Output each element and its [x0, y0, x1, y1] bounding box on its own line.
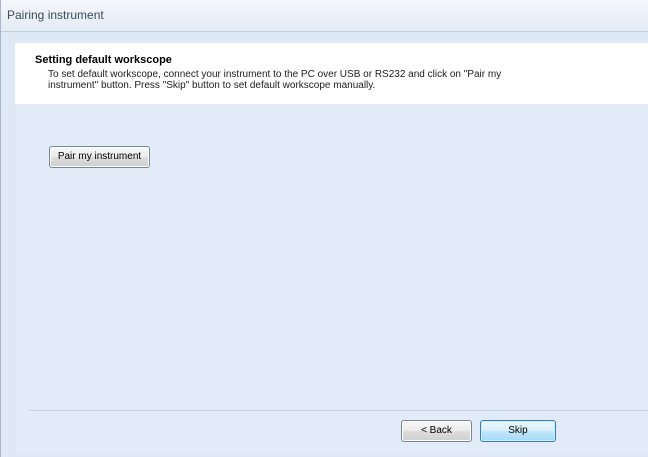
- window-title-bar: Pairing instrument: [1, 0, 648, 32]
- back-button[interactable]: < Back: [401, 420, 472, 442]
- wizard-content-area: Pair my instrument < Back Skip: [15, 104, 648, 454]
- footer-divider: [29, 410, 648, 411]
- wizard-window: Pairing instrument Setting default works…: [0, 0, 648, 457]
- wizard-header-panel: Setting default workscope To set default…: [15, 43, 648, 104]
- window-title: Pairing instrument: [7, 8, 104, 22]
- pair-my-instrument-button[interactable]: Pair my instrument: [49, 146, 150, 168]
- skip-button[interactable]: Skip: [480, 420, 556, 442]
- step-title: Setting default workscope: [35, 54, 172, 66]
- step-description: To set default workscope, connect your i…: [48, 69, 502, 91]
